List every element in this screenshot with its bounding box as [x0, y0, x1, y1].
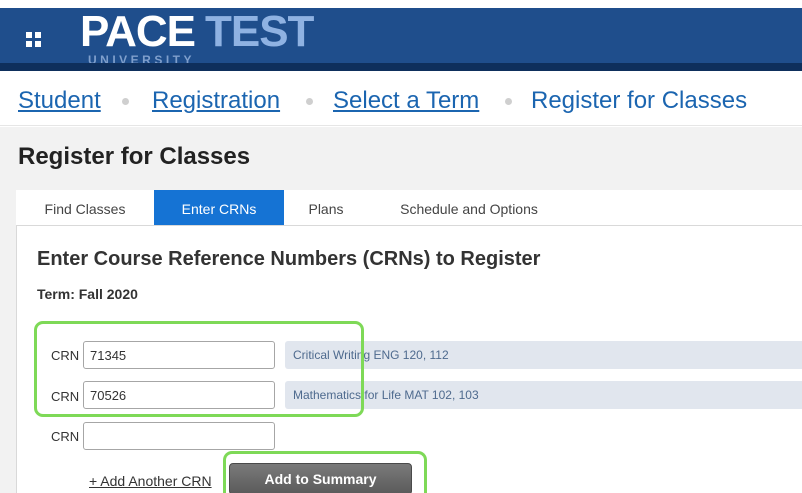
add-another-crn-link[interactable]: + Add Another CRN [89, 473, 212, 489]
breadcrumb-student[interactable]: Student [18, 87, 101, 115]
term-label: Term: Fall 2020 [37, 286, 138, 302]
breadcrumb-select-term[interactable]: Select a Term [333, 87, 479, 115]
crn-label: CRN [51, 348, 80, 363]
header-stripe [0, 63, 802, 71]
enter-crn-panel: Enter Course Reference Numbers (CRNs) to… [16, 225, 802, 493]
tab-find-classes[interactable]: Find Classes [16, 190, 154, 225]
panel-title: Enter Course Reference Numbers (CRNs) to… [37, 248, 541, 270]
crn-label: CRN [51, 389, 80, 404]
breadcrumb-separator [122, 98, 129, 105]
tab-row: Find Classes Enter CRNs Plans Schedule a… [0, 185, 802, 225]
crn-input-2[interactable] [83, 381, 275, 409]
logo: PACE TEST [80, 7, 314, 56]
logo-pace: PACE [80, 7, 196, 56]
tab-strip: Find Classes Enter CRNs Plans Schedule a… [16, 190, 802, 225]
panel-gutter [0, 225, 16, 493]
crn-input-3[interactable] [83, 422, 275, 450]
add-to-summary-button[interactable]: Add to Summary [229, 463, 412, 493]
crn-input-1[interactable] [83, 341, 275, 369]
title-bar: Register for Classes [0, 127, 802, 185]
breadcrumb-registration[interactable]: Registration [152, 87, 280, 115]
breadcrumb: Student Registration Select a Term Regis… [0, 75, 802, 126]
tab-plans[interactable]: Plans [284, 190, 368, 225]
page: PACE TEST UNIVERSITY Student Registration… [0, 0, 802, 493]
course-info-1: Critical Writing ENG 120, 112 [285, 341, 802, 369]
breadcrumb-separator [306, 98, 313, 105]
page-title: Register for Classes [18, 143, 251, 170]
logo-test: TEST [204, 7, 314, 56]
tab-schedule-options[interactable]: Schedule and Options [368, 190, 570, 225]
tab-enter-crns[interactable]: Enter CRNs [154, 190, 284, 225]
course-info-2: Mathematics for Life MAT 102, 103 [285, 381, 802, 409]
crn-label: CRN [51, 429, 80, 444]
breadcrumb-separator [505, 98, 512, 105]
breadcrumb-current: Register for Classes [531, 87, 748, 114]
grid-menu-icon[interactable] [26, 32, 42, 48]
app-header: PACE TEST UNIVERSITY [0, 8, 802, 71]
